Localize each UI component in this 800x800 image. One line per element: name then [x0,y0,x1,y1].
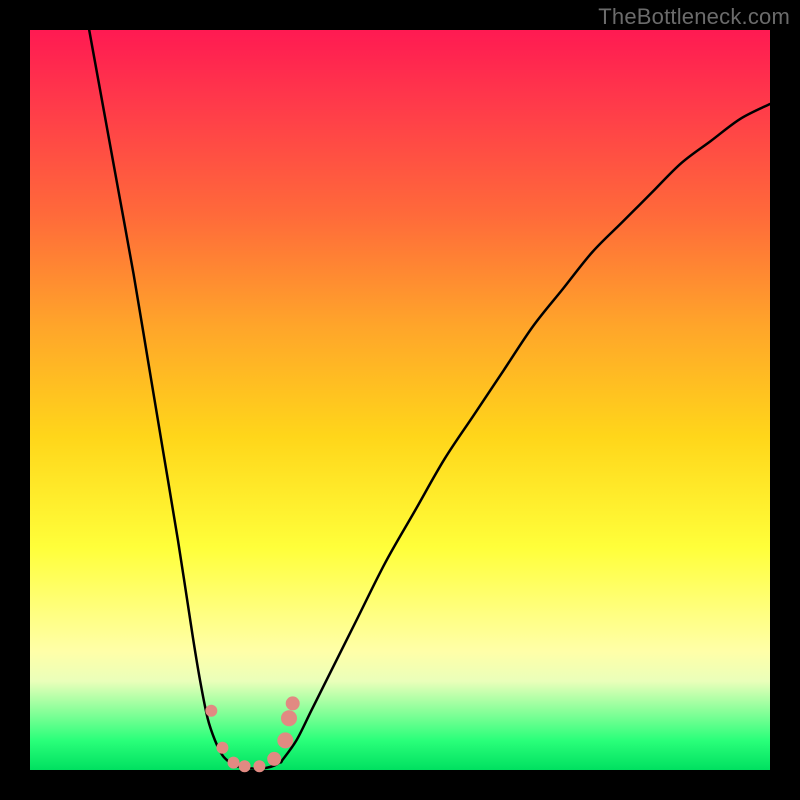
valley-marker [277,732,293,748]
outer-frame: TheBottleneck.com [0,0,800,800]
valley-marker [216,742,228,754]
valley-marker [205,705,217,717]
valley-marker [239,760,251,772]
valley-marker [286,696,300,710]
plot-area [30,30,770,770]
valley-marker [228,757,240,769]
valley-markers [205,696,299,772]
bottleneck-curve [89,30,770,769]
valley-marker [267,752,281,766]
valley-marker [281,710,297,726]
chart-svg [30,30,770,770]
valley-marker [253,760,265,772]
watermark-text: TheBottleneck.com [598,4,790,30]
